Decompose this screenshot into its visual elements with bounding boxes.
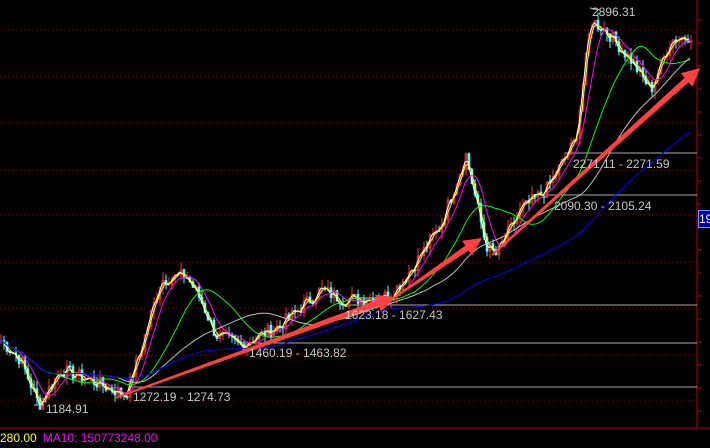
high-label: 2896.31 [592, 5, 636, 19]
indicator-legend: 280.00 MA10: 150773248.00 [0, 431, 157, 445]
price-chart-svg[interactable] [0, 0, 710, 448]
current-price-tag: 19 [698, 210, 710, 228]
legend-ma10: MA10: 150773248.00 [42, 431, 158, 445]
range-label-4: 2090.30 - 2105.24 [554, 199, 652, 213]
low-label: 1184.91 [46, 402, 89, 416]
range-label-5: 2271.11 - 2271.59 [573, 157, 670, 171]
range-label-1: 1272.19 - 1274.73 [133, 390, 231, 404]
trend-arrow [394, 238, 482, 298]
range-label-3: 1623.18 - 1627.43 [345, 308, 443, 322]
range-label-2: 1460.19 - 1463.82 [249, 346, 347, 360]
legend-vol-value: 280.00 [0, 431, 37, 445]
stock-chart[interactable]: 2896.31 1184.91 1272.19 - 1274.73 1460.1… [0, 0, 710, 448]
